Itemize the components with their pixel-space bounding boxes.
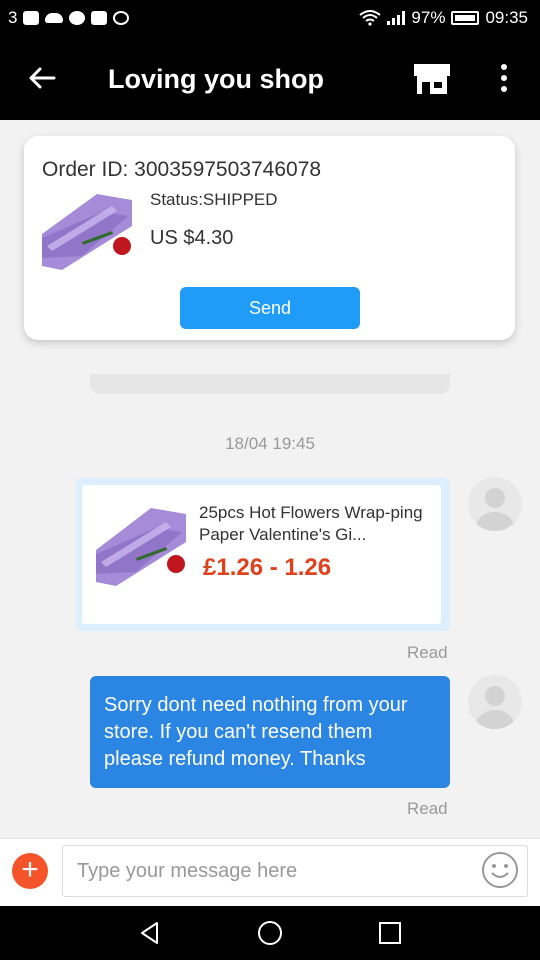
title-bar: Loving you shop: [0, 36, 540, 120]
order-product-image: [42, 186, 132, 274]
nav-recents-icon[interactable]: [377, 920, 403, 946]
back-arrow-icon[interactable]: [26, 62, 58, 94]
status-left: 3: [8, 8, 130, 28]
order-id: Order ID: 3003597503746078: [42, 158, 322, 181]
emoji-icon[interactable]: [481, 851, 519, 889]
send-button[interactable]: Send: [180, 287, 360, 329]
chat-timestamp: 18/04 19:45: [225, 434, 315, 453]
order-status: Status:SHIPPED: [150, 190, 278, 209]
page-title: Loving you shop: [108, 64, 324, 94]
product-image[interactable]: [96, 500, 186, 590]
collapsed-message-bar: [90, 374, 450, 394]
avatar: [468, 675, 522, 729]
avatar: [468, 477, 522, 531]
product-price: £1.26 - 1.26: [203, 554, 332, 581]
product-message-bubble[interactable]: 25pcs Hot Flowers Wrap-ping Paper Valent…: [76, 478, 450, 631]
more-vert-icon[interactable]: [494, 64, 514, 94]
battery-icon: [451, 11, 480, 25]
read-receipt: Read: [407, 643, 448, 662]
clock: 09:35: [485, 8, 528, 27]
input-bar: +: [0, 838, 540, 906]
notification-count: 3: [8, 8, 18, 27]
product-card[interactable]: 25pcs Hot Flowers Wrap-ping Paper Valent…: [82, 485, 441, 624]
nav-home-icon[interactable]: [257, 920, 283, 946]
store-icon[interactable]: [412, 62, 452, 96]
mail-icon: [23, 11, 40, 25]
cloud-icon: [45, 13, 64, 23]
product-name: 25pcs Hot Flowers Wrap-ping Paper Valent…: [199, 503, 423, 544]
order-card: Order ID: 3003597503746078 Status:SHIPPE…: [24, 136, 515, 340]
wifi-icon: [359, 10, 382, 26]
youtube-icon: [91, 11, 108, 25]
pinterest-icon: [69, 11, 86, 25]
circle-icon: [113, 11, 130, 25]
signal-icon: [387, 11, 406, 25]
read-receipt: Read: [407, 799, 448, 818]
text-message-bubble: Sorry dont need nothing from your store.…: [90, 676, 450, 788]
nav-back-icon[interactable]: [137, 920, 163, 946]
status-bar: 3 97% 09:35: [0, 0, 540, 36]
battery-percent: 97%: [411, 8, 446, 27]
navigation-bar: [0, 906, 540, 960]
plus-icon[interactable]: +: [12, 853, 48, 889]
status-right: 97% 09:35: [359, 8, 528, 28]
message-input[interactable]: [62, 845, 528, 897]
order-price: US $4.30: [150, 227, 234, 249]
